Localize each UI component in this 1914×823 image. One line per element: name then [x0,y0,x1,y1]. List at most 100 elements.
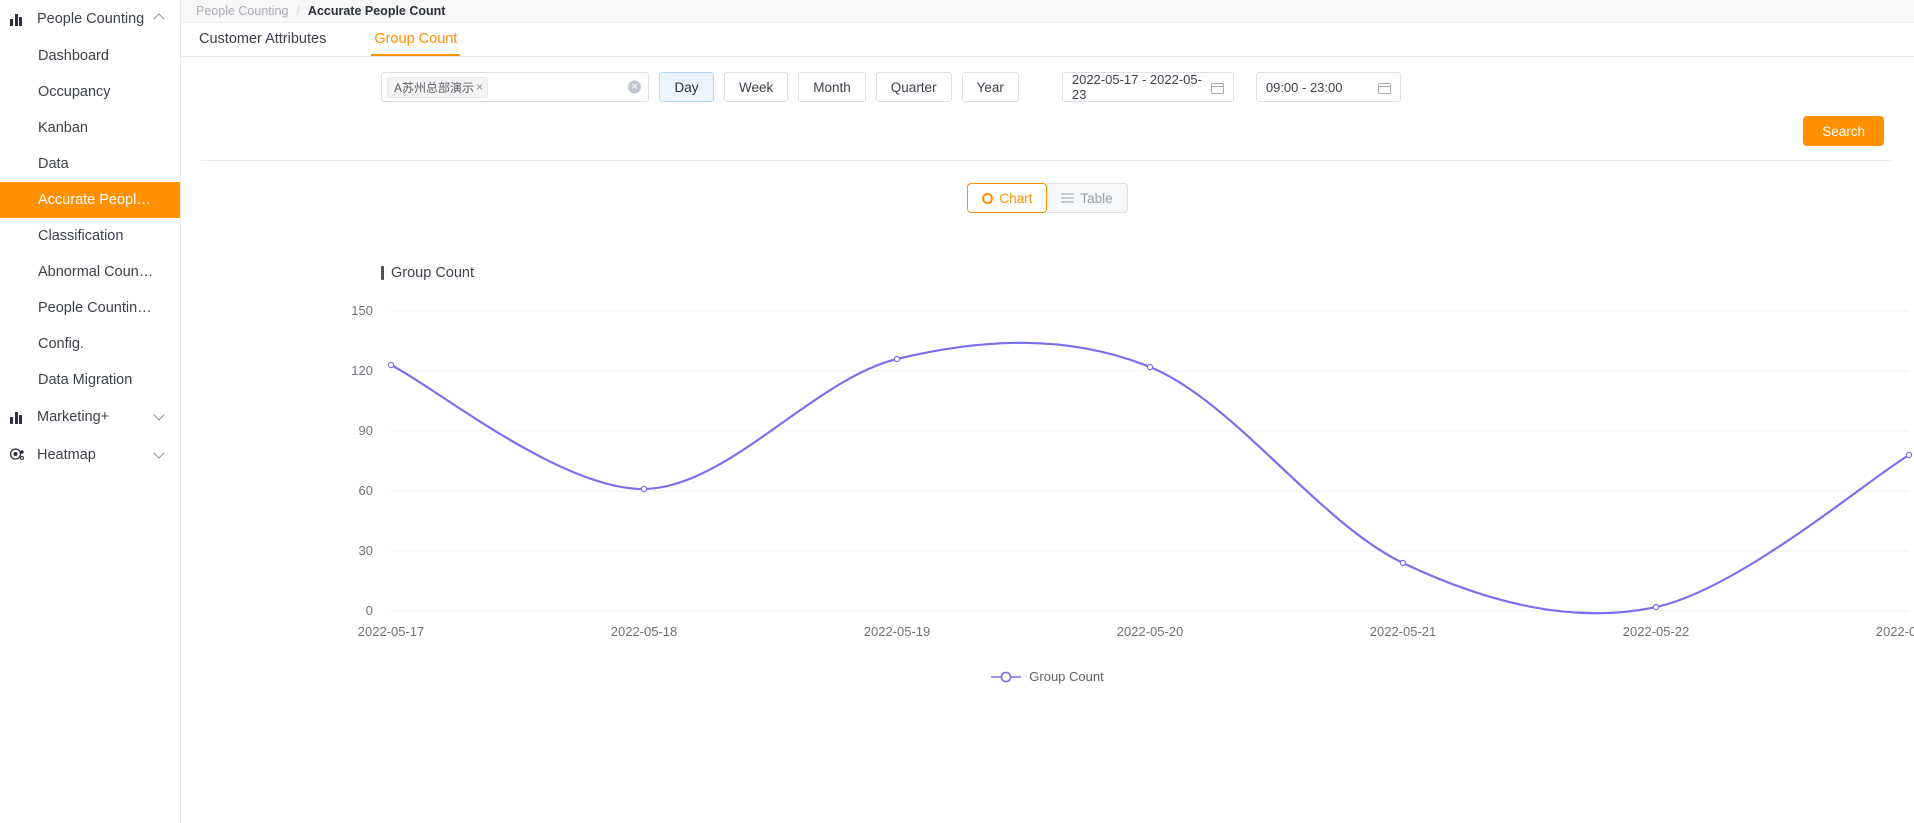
sidebar-item-label: Data [38,156,69,172]
view-toggle-table-label: Table [1080,191,1112,206]
date-range-value: 2022-05-17 - 2022-05-23 [1072,72,1211,102]
chevron-down-icon [154,449,166,461]
data-point[interactable] [641,486,646,491]
sidebar-group-heatmap[interactable]: Heatmap [0,436,180,474]
breadcrumb-parent[interactable]: People Counting [196,4,288,18]
chart-section-title-label: Group Count [391,265,474,281]
heatmap-icon [10,448,32,462]
sidebar-item-label: Config. [38,336,84,352]
sidebar-item-occupancy[interactable]: Occupancy [0,74,180,110]
x-axis-tick-label: 2022-05-17 [358,624,425,639]
chevron-up-icon [154,13,166,25]
tab-bar: Customer Attributes Group Count [181,23,1914,57]
data-point[interactable] [1400,560,1405,565]
store-tag: A苏州总部演示 × [387,77,488,98]
chart-legend: Group Count [181,669,1914,684]
sidebar-group-label: Marketing+ [32,409,154,425]
calendar-icon [1378,81,1391,94]
app-root: People Counting Dashboard Occupancy Kanban D… [0,0,1914,823]
x-axis-tick-label: 2022-05-22 [1623,624,1690,639]
group-count-line-chart[interactable]: 0 30 60 90 120 150 2022-05-17 2022-05-18 2022-05… [181,293,1914,663]
sidebar-item-label: Classification [38,228,123,244]
y-axis-tick-label: 60 [359,483,373,498]
data-point[interactable] [894,356,899,361]
legend-label-group-count[interactable]: Group Count [1029,669,1103,684]
sidebar-item-config[interactable]: Config. [0,326,180,362]
search-button[interactable]: Search [1803,116,1884,146]
sidebar-item-label: Abnormal Counting [38,264,156,280]
tab-customer-attributes[interactable]: Customer Attributes [196,31,329,56]
sidebar-item-accurate-people-c[interactable]: Accurate People C... [0,182,180,218]
legend-marker-icon[interactable] [991,671,1021,683]
time-range-input[interactable]: 09:00 - 23:00 [1256,72,1401,102]
series-line-group-count[interactable] [391,343,1909,613]
y-axis-tick-label: 0 [366,603,373,618]
store-tag-remove-icon[interactable]: × [476,81,483,93]
period-button-year[interactable]: Year [962,72,1019,102]
sidebar-item-label: Occupancy [38,84,111,100]
y-axis-tick-label: 150 [351,303,373,318]
view-toggle: Chart Table [967,183,1127,213]
bar-chart-icon [10,13,32,26]
bar-chart-icon [10,411,32,424]
period-button-month[interactable]: Month [798,72,866,102]
sidebar-item-people-counting-c[interactable]: People Counting C... [0,290,180,326]
clear-selection-icon[interactable]: ✕ [628,81,641,94]
filter-bar: A苏州总部演示 × ✕ Day Week Month Quarter Year … [181,57,1914,161]
sidebar-item-data[interactable]: Data [0,146,180,182]
sidebar-item-abnormal-counting[interactable]: Abnormal Counting [0,254,180,290]
data-point[interactable] [1906,452,1911,457]
sidebar-item-kanban[interactable]: Kanban [0,110,180,146]
breadcrumb-separator: / [296,4,299,18]
sidebar-item-label: Accurate People C... [38,192,156,208]
chart-container: 0 30 60 90 120 150 2022-05-17 2022-05-18 2022-05… [181,293,1914,693]
title-accent-bar [381,266,384,280]
x-axis-tick-label: 2022-05-19 [864,624,931,639]
list-icon [1061,193,1074,204]
x-axis-tick-label: 2022-05-18 [611,624,678,639]
sidebar-group-people-counting[interactable]: People Counting [0,0,180,38]
y-axis-tick-label: 30 [359,543,373,558]
period-button-quarter[interactable]: Quarter [876,72,952,102]
sidebar-group-label: Heatmap [32,447,154,463]
view-toggle-row: Chart Table [181,183,1914,213]
breadcrumb-current: Accurate People Count [308,4,446,18]
view-toggle-chart-label: Chart [999,191,1032,206]
filter-row: A苏州总部演示 × ✕ Day Week Month Quarter Year … [181,72,1914,102]
search-row: Search [181,102,1914,146]
sidebar: People Counting Dashboard Occupancy Kanban D… [0,0,181,823]
sidebar-group-marketing[interactable]: Marketing+ [0,398,180,436]
store-tag-label: A苏州总部演示 [394,79,474,96]
chevron-down-icon [154,411,166,423]
view-toggle-table[interactable]: Table [1047,183,1127,213]
sidebar-item-label: Kanban [38,120,88,136]
period-button-day[interactable]: Day [659,72,714,102]
sidebar-item-data-migration[interactable]: Data Migration [0,362,180,398]
sidebar-item-classification[interactable]: Classification [0,218,180,254]
circle-icon [982,193,993,204]
data-point[interactable] [388,362,393,367]
sidebar-item-dashboard[interactable]: Dashboard [0,38,180,74]
x-axis-tick-label: 2022-05-23 [1876,624,1914,639]
filter-divider [201,160,1894,161]
sidebar-item-label: Data Migration [38,372,132,388]
date-range-input[interactable]: 2022-05-17 - 2022-05-23 [1062,72,1234,102]
period-button-week[interactable]: Week [724,72,788,102]
calendar-icon [1211,81,1224,94]
sidebar-item-label: People Counting C... [38,300,156,316]
sidebar-group-label: People Counting [32,11,154,27]
main-content: People Counting / Accurate People Count … [181,0,1914,823]
y-axis-tick-label: 90 [359,423,373,438]
data-point[interactable] [1147,364,1152,369]
view-toggle-chart[interactable]: Chart [967,183,1047,213]
sidebar-item-label: Dashboard [38,48,109,64]
time-range-value: 09:00 - 23:00 [1266,80,1343,95]
data-point[interactable] [1653,604,1658,609]
breadcrumb: People Counting / Accurate People Count [181,0,1914,23]
y-axis-tick-label: 120 [351,363,373,378]
store-select[interactable]: A苏州总部演示 × ✕ [381,72,649,102]
x-axis-tick-label: 2022-05-21 [1370,624,1437,639]
chart-section-title: Group Count [381,265,1914,281]
tab-group-count[interactable]: Group Count [371,31,460,56]
x-axis-tick-label: 2022-05-20 [1117,624,1184,639]
